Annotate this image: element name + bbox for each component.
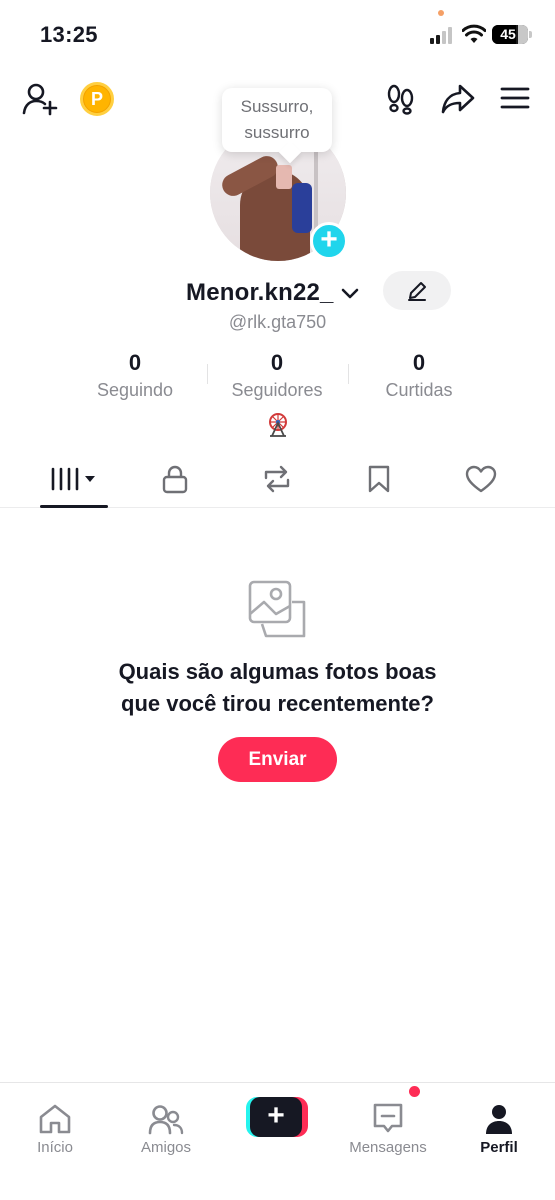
tab-favorites[interactable]	[354, 452, 404, 506]
create-button[interactable]: +	[246, 1097, 308, 1137]
likes-count: 0	[412, 350, 426, 375]
pencil-icon	[408, 281, 426, 301]
bookmark-icon	[368, 465, 390, 493]
photos-icon	[248, 580, 306, 638]
empty-state-title: Quais são algumas fotos boas que você ti…	[0, 656, 555, 720]
coins-icon[interactable]: P	[80, 82, 114, 116]
chevron-down-icon[interactable]	[340, 286, 360, 300]
repost-icon	[264, 465, 290, 493]
privacy-indicator-dot	[438, 10, 444, 16]
tab-videos[interactable]	[40, 452, 108, 506]
nav-home[interactable]: Início	[0, 1083, 110, 1156]
nav-friends[interactable]: Amigos	[111, 1083, 221, 1156]
battery-nub	[529, 31, 532, 38]
nav-home-label: Início	[37, 1139, 73, 1156]
edit-profile-button[interactable]	[383, 271, 451, 310]
footprints-icon[interactable]	[386, 83, 416, 115]
add-avatar-button[interactable]: +	[310, 222, 348, 260]
profile-name-row[interactable]: Menor.kn22_	[186, 277, 360, 309]
nav-friends-label: Amigos	[140, 1139, 192, 1156]
battery-icon: 45	[492, 25, 528, 44]
empty-state-title-line1: Quais são algumas fotos boas	[118, 659, 437, 684]
create-icon: +	[250, 1097, 302, 1137]
stat-likes[interactable]: 0 Curtidas	[344, 350, 494, 401]
tab-reposts[interactable]	[252, 452, 302, 506]
active-tab-indicator	[40, 505, 108, 508]
bottom-nav: Início Amigos + Mensagens Perfil	[0, 1082, 555, 1200]
nav-inbox-label: Mensagens	[349, 1139, 427, 1156]
stat-followers[interactable]: 0 Seguidores	[202, 350, 352, 401]
profile-name: Menor.kn22_	[186, 279, 334, 306]
menu-icon[interactable]	[500, 86, 530, 110]
following-label: Seguindo	[96, 380, 174, 400]
profile-handle: @rlk.gta750	[228, 312, 327, 332]
add-friend-icon[interactable]	[22, 82, 58, 116]
following-count: 0	[128, 350, 142, 375]
status-bubble[interactable]: Sussurro, sussurro	[222, 88, 332, 152]
nav-inbox[interactable]: Mensagens	[333, 1083, 443, 1156]
ferris-wheel-icon	[269, 413, 287, 437]
share-icon[interactable]	[440, 83, 476, 115]
status-time: 13:25	[40, 22, 98, 47]
tab-private[interactable]	[150, 452, 200, 506]
friends-icon	[148, 1105, 184, 1135]
heart-icon	[465, 465, 497, 493]
grid-videos-icon	[51, 467, 95, 491]
status-bubble-text: Sussurro, sussurro	[240, 97, 314, 142]
home-icon	[39, 1104, 71, 1134]
empty-state-title-line2: que você tirou recentemente?	[121, 691, 434, 716]
battery-level: 45	[500, 26, 516, 42]
lock-icon	[162, 465, 188, 494]
send-button[interactable]: Enviar	[218, 737, 337, 782]
cellular-signal-icon	[430, 26, 456, 44]
stat-following[interactable]: 0 Seguindo	[60, 350, 210, 401]
status-bar: 13:25 45	[0, 0, 555, 70]
notification-dot	[409, 1086, 420, 1097]
likes-label: Curtidas	[385, 380, 453, 400]
profile-tabs	[0, 452, 555, 508]
profile-icon	[486, 1105, 512, 1134]
nav-profile[interactable]: Perfil	[444, 1083, 554, 1156]
inbox-icon	[373, 1103, 403, 1133]
wifi-icon	[462, 24, 486, 43]
nav-profile-label: Perfil	[480, 1139, 518, 1156]
followers-label: Seguidores	[231, 380, 323, 400]
followers-count: 0	[270, 350, 284, 375]
tab-liked[interactable]	[456, 452, 506, 506]
